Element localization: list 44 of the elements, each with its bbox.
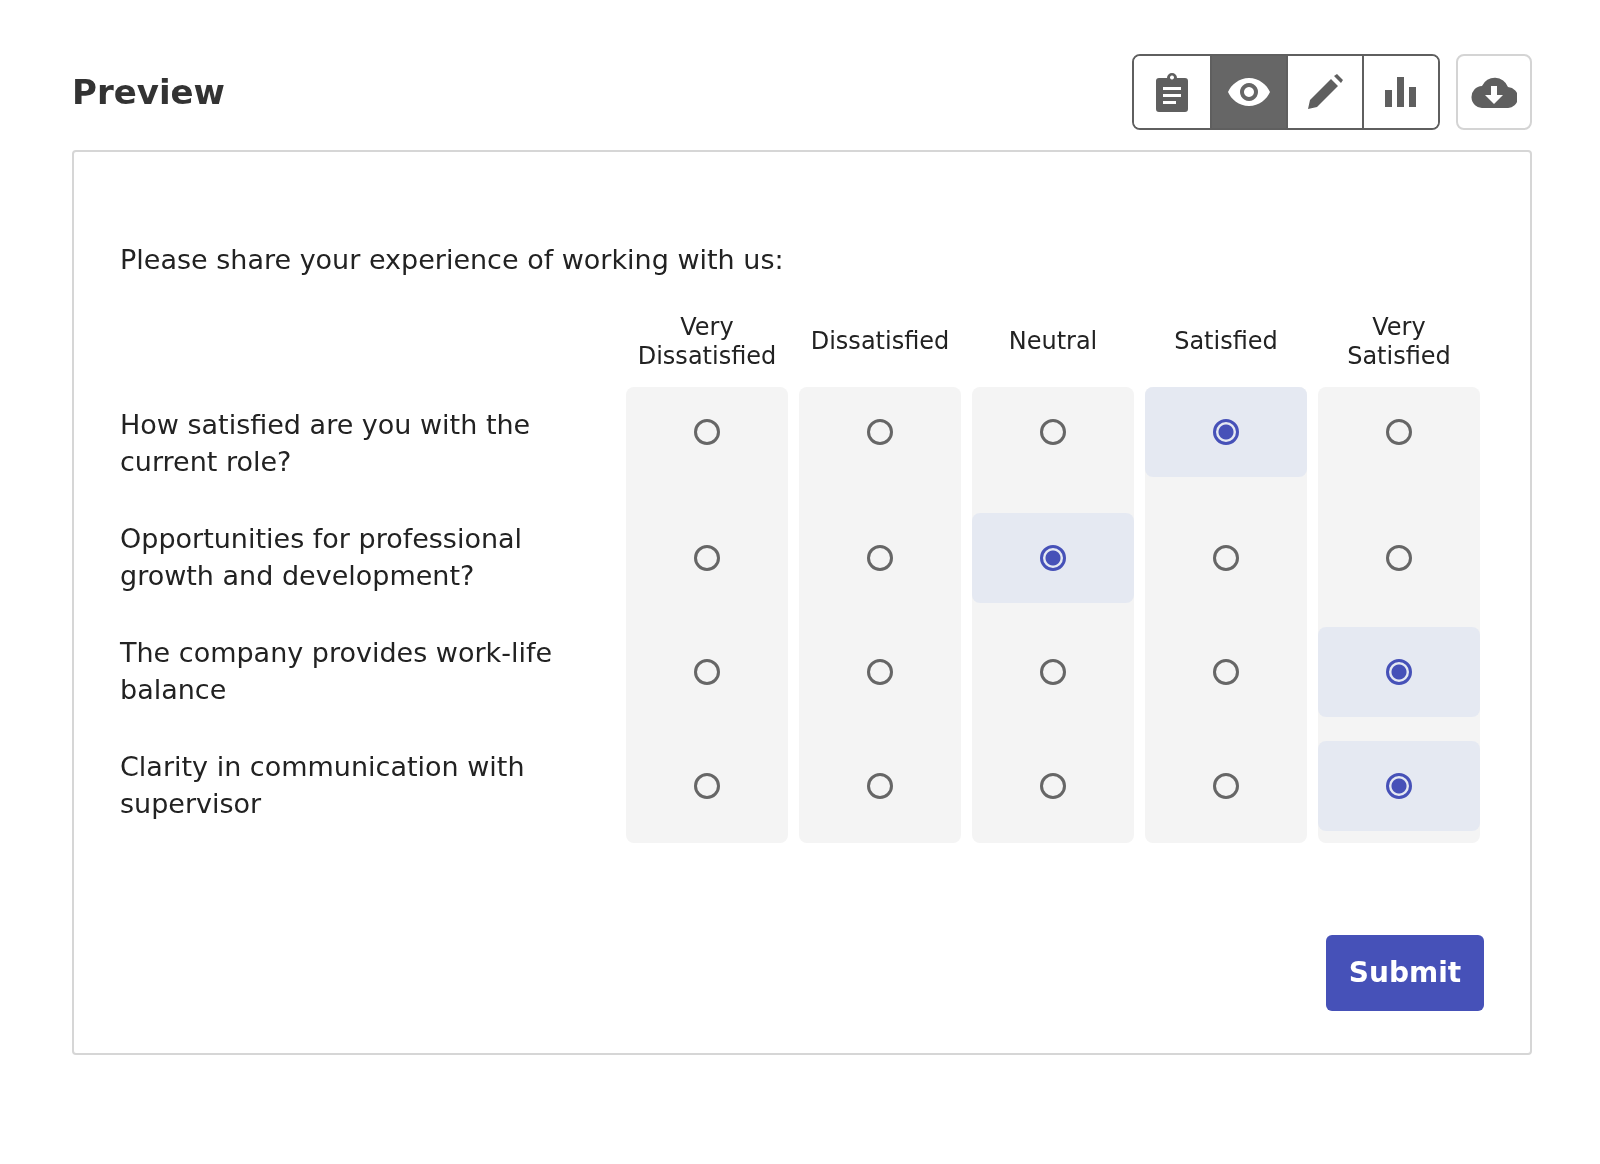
- radio-button[interactable]: [1386, 544, 1412, 571]
- submit-button[interactable]: Submit: [1326, 934, 1484, 1011]
- column-header: Neutral: [1007, 326, 1099, 358]
- row-label: Opportunities for professional growth and development?: [120, 522, 524, 593]
- answer-cell[interactable]: [972, 512, 1134, 603]
- bar-chart-icon: [1385, 77, 1417, 107]
- radio-button[interactable]: [1213, 658, 1239, 685]
- radio-button[interactable]: [1386, 772, 1412, 799]
- column-header: Very Satisfied: [1346, 313, 1452, 372]
- radio-button[interactable]: [1040, 418, 1066, 445]
- page-title: Preview: [72, 72, 226, 112]
- radio-button[interactable]: [694, 658, 720, 685]
- radio-button[interactable]: [1040, 544, 1066, 571]
- survey-question: Please share your experience of working with us:: [120, 244, 785, 275]
- radio-button[interactable]: [1386, 658, 1412, 685]
- radio-button[interactable]: [867, 658, 893, 685]
- column-header: Dissatisfied: [809, 326, 951, 358]
- column-header: Satisfied: [1173, 326, 1279, 358]
- answer-cell[interactable]: [1318, 626, 1480, 717]
- radio-button[interactable]: [1213, 772, 1239, 799]
- radio-button[interactable]: [694, 772, 720, 799]
- radio-button[interactable]: [1386, 418, 1412, 445]
- radio-button[interactable]: [867, 544, 893, 571]
- download-button[interactable]: [1456, 54, 1532, 130]
- answer-cell[interactable]: [1145, 386, 1307, 477]
- clipboard-icon: [1155, 72, 1189, 112]
- radio-button[interactable]: [867, 772, 893, 799]
- toolbar-button[interactable]: [1362, 56, 1438, 128]
- row-label: The company provides work-life balance: [120, 636, 554, 707]
- cloud-download-icon: [1471, 76, 1517, 108]
- column-header: Very Dissatisfied: [636, 313, 778, 372]
- answer-cell[interactable]: [1318, 740, 1480, 831]
- radio-button[interactable]: [1213, 418, 1239, 445]
- radio-button[interactable]: [867, 418, 893, 445]
- radio-button[interactable]: [1040, 772, 1066, 799]
- radio-button[interactable]: [1040, 658, 1066, 685]
- row-label: How satisfied are you with the current role?: [120, 408, 532, 479]
- radio-button[interactable]: [694, 544, 720, 571]
- toolbar-button[interactable]: [1210, 56, 1286, 128]
- eye-icon: [1227, 77, 1271, 107]
- row-label: Clarity in communication with supervisor: [120, 750, 526, 821]
- pencil-icon: [1306, 73, 1344, 111]
- radio-button[interactable]: [1213, 544, 1239, 571]
- radio-button[interactable]: [694, 418, 720, 445]
